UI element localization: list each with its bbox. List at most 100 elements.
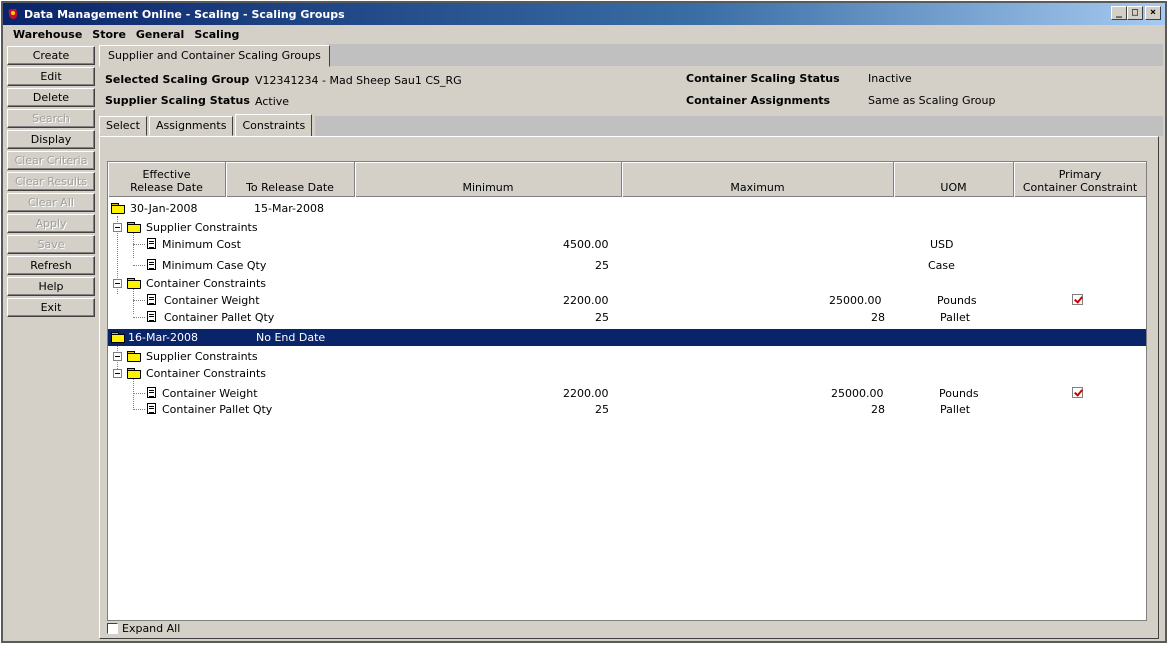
cell-minimum: 25 [595, 259, 609, 272]
cell-maximum: 25000.00 [831, 387, 884, 400]
clear-results-button[interactable]: Clear Results [7, 172, 95, 191]
folder-icon [127, 222, 141, 233]
document-icon [147, 238, 156, 249]
col-minimum[interactable]: Minimum [355, 162, 622, 197]
cell-uom: Pallet [940, 311, 971, 324]
menu-bar: Warehouse Store General Scaling [3, 25, 1165, 43]
title-bar[interactable]: Data Management Online - Scaling - Scali… [3, 3, 1165, 25]
help-button[interactable]: Help [7, 277, 95, 296]
col-effective-release[interactable]: Effective Release Date [108, 162, 226, 197]
constraints-grid: Effective Release Date To Release Date M… [107, 161, 1147, 621]
selected-group-value: V12341234 - Mad Sheep Sau1 CS_RG [255, 74, 462, 87]
col-primary[interactable]: Primary Container Constraint [1014, 162, 1146, 197]
supplier-status-value: Active [255, 95, 290, 108]
close-button[interactable]: × [1145, 6, 1161, 20]
col-primary-line2: Container Constraint [1022, 181, 1138, 194]
cell-category-label: Container Constraints [146, 367, 267, 380]
document-icon [147, 311, 156, 322]
menu-warehouse[interactable]: Warehouse [11, 28, 84, 41]
cell-minimum: 25 [595, 403, 609, 416]
tree-row-category[interactable]: Container Constraints [108, 275, 1146, 292]
edit-button[interactable]: Edit [7, 67, 95, 86]
maximize-button[interactable]: □ [1127, 6, 1143, 20]
menu-scaling[interactable]: Scaling [192, 28, 241, 41]
cell-uom: Pounds [939, 387, 979, 400]
cell-maximum: 28 [871, 311, 885, 324]
save-button[interactable]: Save [7, 235, 95, 254]
refresh-button[interactable]: Refresh [7, 256, 95, 275]
grid-header: Effective Release Date To Release Date M… [108, 162, 1146, 197]
cell-minimum: 25 [595, 311, 609, 324]
supplier-status-label: Supplier Scaling Status [105, 94, 250, 107]
primary-constraint-checkbox[interactable] [1072, 294, 1083, 305]
col-maximum[interactable]: Maximum [622, 162, 894, 197]
exit-button[interactable]: Exit [7, 298, 95, 317]
col-uom-label: UOM [940, 181, 967, 194]
expand-all-label: Expand All [122, 622, 181, 635]
container-assignments-label: Container Assignments [686, 94, 831, 107]
cell-minimum: 2200.00 [563, 294, 609, 307]
collapse-icon[interactable] [113, 352, 122, 361]
cell-category-label: Supplier Constraints [146, 350, 258, 363]
tree-row-group[interactable]: 30-Jan-2008 15-Mar-2008 [108, 200, 1146, 217]
expand-all-toggle[interactable]: Expand All [107, 622, 180, 635]
collapse-icon[interactable] [113, 223, 122, 232]
subtab-strip [315, 116, 1163, 136]
collapse-icon[interactable] [113, 369, 122, 378]
cell-constraint-name: Container Weight [162, 387, 258, 400]
tree-row-constraint[interactable]: Container Weight 2200.00 25000.00 Pounds [108, 385, 1146, 402]
tab-scaling-groups[interactable]: Supplier and Container Scaling Groups [99, 45, 330, 67]
tree-row-constraint[interactable]: Container Pallet Qty 25 28 Pallet [108, 401, 1146, 418]
tab-select[interactable]: Select [99, 116, 147, 136]
cell-from-date: 16-Mar-2008 [128, 331, 198, 344]
container-status-value: Inactive [868, 72, 912, 85]
cell-constraint-name: Minimum Cost [162, 238, 241, 251]
create-button[interactable]: Create [7, 46, 95, 65]
minimize-button[interactable]: _ [1111, 6, 1127, 20]
window-title: Data Management Online - Scaling - Scali… [24, 7, 345, 21]
application-window: Data Management Online - Scaling - Scali… [1, 1, 1167, 643]
document-icon [147, 387, 156, 398]
sub-tabs: Select Assignments Constraints [99, 114, 314, 136]
action-sidebar: Create Edit Delete Search Display Clear … [7, 46, 95, 319]
tree-row-constraint[interactable]: Minimum Cost 4500.00 USD [108, 236, 1146, 253]
folder-icon [111, 332, 125, 343]
cell-maximum: 25000.00 [829, 294, 882, 307]
tree-row-category[interactable]: Container Constraints [108, 365, 1146, 382]
display-button[interactable]: Display [7, 130, 95, 149]
document-icon [147, 259, 156, 270]
cell-to-date: 15-Mar-2008 [254, 202, 324, 215]
collapse-icon[interactable] [113, 279, 122, 288]
selected-group-label: Selected Scaling Group [105, 73, 250, 86]
folder-icon [127, 278, 141, 289]
col-effective-line2: Release Date [130, 181, 203, 194]
tree-row-category[interactable]: Supplier Constraints [108, 219, 1146, 236]
apply-button[interactable]: Apply [7, 214, 95, 233]
cell-uom: Pounds [937, 294, 977, 307]
clear-all-button[interactable]: Clear All [7, 193, 95, 212]
tab-constraints[interactable]: Constraints [235, 114, 313, 136]
tab-assignments[interactable]: Assignments [148, 116, 234, 136]
menu-store[interactable]: Store [90, 28, 128, 41]
cell-constraint-name: Container Pallet Qty [164, 311, 275, 324]
cell-maximum: 28 [871, 403, 885, 416]
col-uom[interactable]: UOM [894, 162, 1014, 197]
tree-row-constraint[interactable]: Container Pallet Qty 25 28 Pallet [108, 309, 1146, 326]
delete-button[interactable]: Delete [7, 88, 95, 107]
expand-all-checkbox[interactable] [107, 623, 118, 634]
cell-uom: Case [928, 259, 955, 272]
menu-general[interactable]: General [134, 28, 186, 41]
primary-constraint-checkbox[interactable] [1072, 387, 1083, 398]
clear-criteria-button[interactable]: Clear Criteria [7, 151, 95, 170]
tree-row-category[interactable]: Supplier Constraints [108, 348, 1146, 365]
col-to-release[interactable]: To Release Date [226, 162, 355, 197]
folder-icon [127, 368, 141, 379]
container-assignments-value: Same as Scaling Group [868, 94, 996, 107]
cell-category-label: Container Constraints [146, 277, 267, 290]
tree-row-constraint[interactable]: Minimum Case Qty 25 Case [108, 257, 1146, 274]
tree-row-constraint[interactable]: Container Weight 2200.00 25000.00 Pounds [108, 292, 1146, 309]
cell-uom: USD [930, 238, 954, 251]
search-button[interactable]: Search [7, 109, 95, 128]
document-icon [147, 403, 156, 414]
tree-row-group-selected[interactable]: 16-Mar-2008 No End Date [108, 329, 1146, 346]
